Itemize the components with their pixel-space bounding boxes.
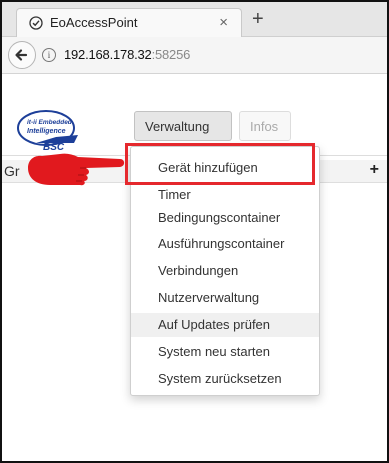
url-host: 192.168.178.32 (64, 47, 152, 62)
info-circle-icon[interactable]: i (42, 48, 56, 62)
menu-item-ausfuehrungscontainer[interactable]: Ausführungscontainer (131, 232, 319, 256)
menu-item-timer[interactable]: Timer (131, 183, 319, 207)
embedded-intelligence-logo[interactable]: it-ii Embedded Intelligence BSC (16, 108, 112, 152)
hand-pointer-icon (28, 153, 125, 186)
verwaltung-dropdown-button[interactable]: Verwaltung (134, 111, 232, 159)
arrow-left-icon (15, 49, 28, 61)
new-tab-button[interactable]: + (252, 9, 264, 29)
menu-item-system-zuruecksetzen[interactable]: System zurücksetzen (131, 367, 319, 391)
plus-icon[interactable]: + (370, 161, 379, 179)
menu-item-nutzerverwaltung[interactable]: Nutzerverwaltung (131, 286, 319, 310)
menu-item-system-neu-starten[interactable]: System neu starten (131, 340, 319, 364)
infos-label: Infos (250, 119, 279, 134)
back-button[interactable] (8, 41, 36, 69)
list-header-title: Gr (4, 163, 20, 179)
menu-item-verbindungen[interactable]: Verbindungen (131, 259, 319, 283)
address-bar: i 192.168.178.32:58256 (2, 37, 387, 74)
tab-title: EoAccessPoint (50, 15, 138, 30)
logo-line1: it-ii Embedded (27, 119, 73, 126)
verwaltung-label: Verwaltung (145, 119, 210, 134)
annotation-highlight-box (125, 143, 315, 185)
infos-button[interactable]: Infos (239, 111, 291, 141)
url-port: :58256 (151, 47, 191, 62)
tab-close-icon[interactable]: × (219, 14, 228, 31)
menu-item-bedingungscontainer[interactable]: Bedingungscontainer (131, 206, 319, 230)
logo-line2: Intelligence (27, 128, 66, 135)
compass-icon (29, 16, 43, 30)
browser-tab-strip: EoAccessPoint × + (2, 2, 387, 38)
browser-tab[interactable]: EoAccessPoint × (16, 8, 242, 38)
url-field[interactable]: 192.168.178.32:58256 (64, 47, 190, 62)
menu-item-auf-updates-pruefen[interactable]: Auf Updates prüfen (131, 313, 319, 337)
